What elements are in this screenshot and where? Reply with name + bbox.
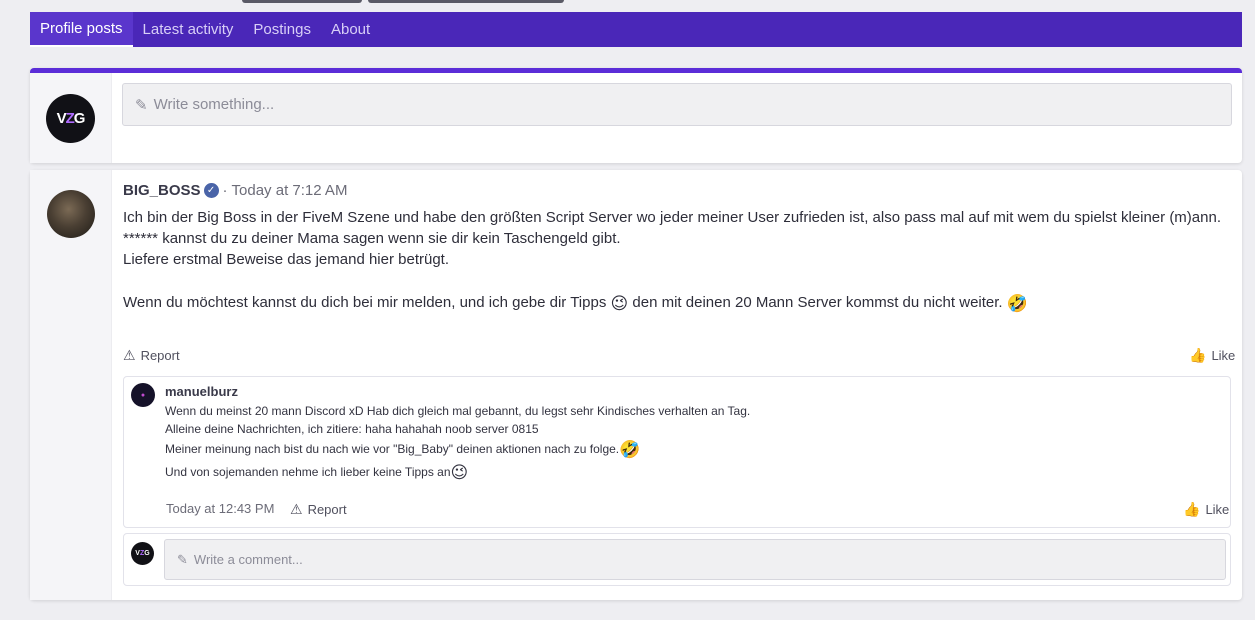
- comment: ● manuelburz Wenn du meinst 20 mann Disc…: [123, 376, 1231, 528]
- comment-input[interactable]: ✎ Write a comment...: [164, 539, 1226, 580]
- post-meta: BIG_BOSS ✓ · Today at 7:12 AM: [123, 182, 347, 199]
- warning-icon: ⚠: [290, 501, 303, 517]
- post-body: Ich bin der Big Boss in der FiveM Szene …: [123, 207, 1223, 314]
- post-paragraph: Liefere erstmal Beweise das jemand hier …: [123, 251, 450, 268]
- wink-emoji-icon: 😉: [450, 463, 469, 482]
- status-input-placeholder: Write something...: [153, 96, 275, 113]
- tab-profile-posts[interactable]: Profile posts: [30, 12, 133, 47]
- rofl-emoji-icon: 🤣: [619, 440, 641, 459]
- current-user-mini-avatar[interactable]: VZG: [131, 542, 154, 565]
- commenter-name[interactable]: manuelburz: [165, 384, 238, 399]
- comment-line: Wenn du meinst 20 mann Discord xD Hab di…: [165, 404, 751, 418]
- commenter-avatar[interactable]: ●: [131, 383, 155, 407]
- current-user-avatar[interactable]: VZG: [46, 94, 95, 143]
- thumbs-up-icon: 👍: [1189, 347, 1207, 363]
- report-post-button[interactable]: ⚠ Report: [123, 347, 180, 364]
- comment-body: Wenn du meinst 20 mann Discord xD Hab di…: [165, 402, 750, 484]
- tab-latest-activity[interactable]: Latest activity: [133, 12, 244, 47]
- comment-time[interactable]: Today at 12:43 PM: [166, 501, 274, 516]
- author-avatar[interactable]: [47, 190, 95, 238]
- pencil-icon: ✎: [177, 551, 188, 567]
- post-paragraph: Ich bin der Big Boss in der FiveM Szene …: [123, 209, 1221, 226]
- post-paragraph: Wenn du möchtest kannst du dich bei mir …: [123, 294, 1028, 313]
- comment-line: Alleine deine Nachrichten, ich zitiere: …: [165, 422, 539, 436]
- pencil-icon: ✎: [135, 96, 148, 114]
- comment-composer: VZG ✎ Write a comment...: [123, 533, 1231, 586]
- comment-line: Und von sojemanden nehme ich lieber kein…: [165, 463, 469, 482]
- top-button-stub: [242, 0, 362, 3]
- profile-tabs: Profile posts Latest activity Postings A…: [30, 12, 1242, 47]
- tab-about[interactable]: About: [321, 12, 380, 47]
- author-name[interactable]: BIG_BOSS: [123, 182, 201, 199]
- top-button-stub: [368, 0, 564, 3]
- like-comment-button[interactable]: 👍 Like: [1183, 501, 1229, 518]
- warning-icon: ⚠: [123, 347, 136, 363]
- like-post-button[interactable]: 👍 Like: [1189, 347, 1235, 364]
- wink-emoji-icon: 😉: [610, 294, 629, 313]
- meta-separator: ·: [222, 182, 228, 199]
- verified-badge-icon: ✓: [203, 183, 219, 198]
- post-paragraph: ****** kannst du zu deiner Mama sagen we…: [123, 230, 621, 247]
- profile-post: BIG_BOSS ✓ · Today at 7:12 AM Ich bin de…: [30, 170, 1242, 600]
- tab-postings[interactable]: Postings: [243, 12, 321, 47]
- post-time[interactable]: Today at 7:12 AM: [232, 182, 348, 199]
- thumbs-up-icon: 👍: [1183, 501, 1201, 517]
- status-composer: VZG ✎ Write something...: [30, 68, 1242, 163]
- comment-input-placeholder: Write a comment...: [193, 552, 303, 567]
- status-input[interactable]: ✎ Write something...: [122, 83, 1232, 126]
- report-comment-button[interactable]: ⚠ Report: [290, 501, 347, 518]
- comment-line: Meiner meinung nach bist du nach wie vor…: [165, 440, 641, 459]
- rofl-emoji-icon: 🤣: [1006, 294, 1028, 313]
